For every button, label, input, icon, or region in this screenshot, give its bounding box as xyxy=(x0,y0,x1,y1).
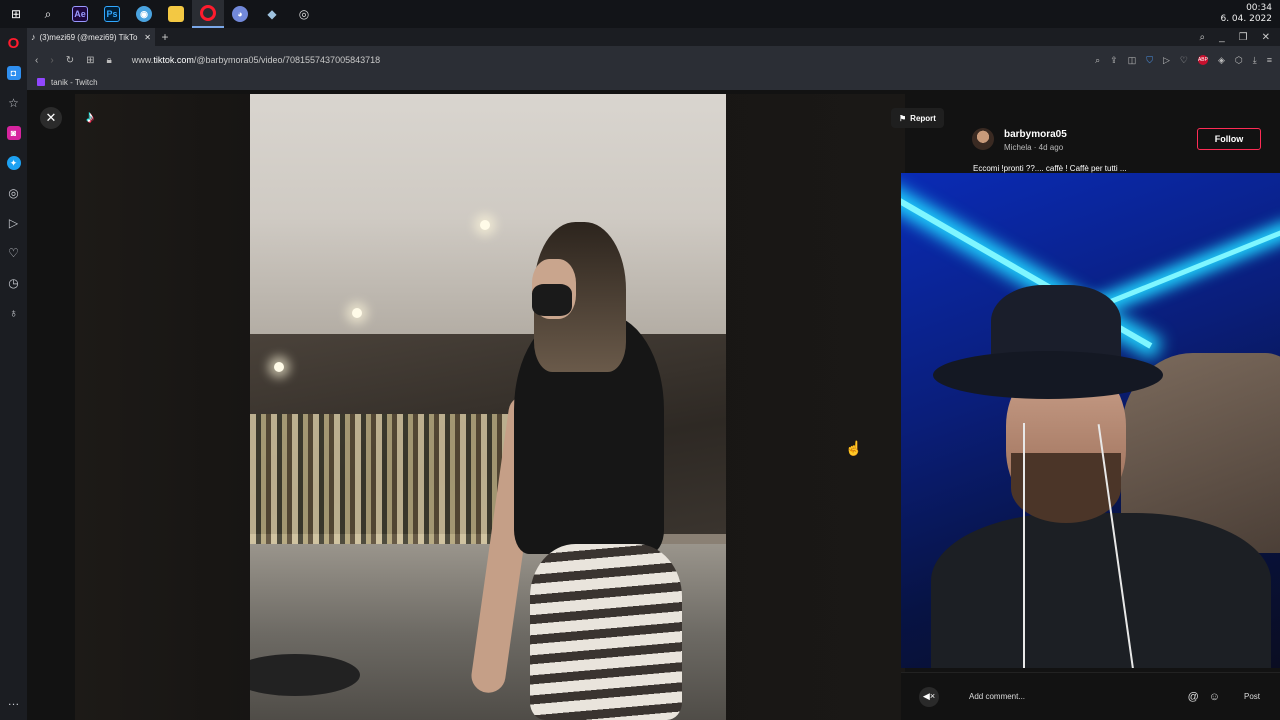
mute-icon[interactable]: ◀× xyxy=(919,686,939,707)
twitter-icon[interactable]: ✦ xyxy=(0,148,27,178)
close-video-button[interactable]: ✕ xyxy=(40,107,62,129)
instagram-icon[interactable]: ◙ xyxy=(0,118,27,148)
restore-icon[interactable]: ❐ xyxy=(1239,32,1248,43)
tab-close-icon[interactable]: ✕ xyxy=(144,33,151,42)
address-bar: ‹ › ↻ ⊞ 🔒︎ www.tiktok.com/@barbymora05/v… xyxy=(27,46,1280,74)
bookmarks-bar: tanik - Twitch xyxy=(27,74,1280,90)
heart-icon[interactable]: ♡ xyxy=(0,238,27,268)
forward-icon[interactable]: › xyxy=(50,55,53,66)
lock-icon: 🔒︎ xyxy=(106,54,112,66)
back-icon[interactable]: ‹ xyxy=(35,55,38,66)
history-icon[interactable]: ◷ xyxy=(0,268,27,298)
system-clock[interactable]: 00:34 6. 04. 2022 xyxy=(1220,3,1272,25)
emoji-icon[interactable]: ☺ xyxy=(1209,691,1220,703)
player-icon[interactable]: ◎ xyxy=(0,178,27,208)
comment-input[interactable]: Add comment... xyxy=(969,692,1025,701)
username[interactable]: barbymora05 xyxy=(1004,129,1067,140)
opera-logo-icon[interactable]: O xyxy=(0,28,27,58)
tiktok-favicon-icon: ♪ xyxy=(31,32,36,42)
tiktok-page: ✕ ♪ ⚑ Report barbymora05 Michela · 4d ag… xyxy=(27,90,1280,720)
tiktok-logo-icon[interactable]: ♪ xyxy=(79,107,101,129)
reload-icon[interactable]: ↻ xyxy=(66,55,74,66)
file-explorer-icon[interactable]: ▬ xyxy=(160,0,192,28)
video-caption: Eccomi !pronti ??.... caffè ! Caffè per … xyxy=(973,164,1127,173)
star-icon[interactable]: ☆ xyxy=(0,88,27,118)
zoom-icon[interactable]: ⌕ xyxy=(1095,55,1100,66)
extension-icon[interactable]: ◈ xyxy=(1218,55,1225,66)
heart-icon[interactable]: ♡ xyxy=(1180,55,1188,66)
bookmark-twitch[interactable]: tanik - Twitch xyxy=(51,78,98,87)
photoshop-icon[interactable]: Ps xyxy=(96,0,128,28)
obs-icon[interactable]: ◎ xyxy=(288,0,320,28)
avatar[interactable] xyxy=(972,128,994,150)
follow-button[interactable]: Follow xyxy=(1197,128,1261,150)
menu-icon[interactable]: ≡ xyxy=(1267,55,1272,66)
hand-cursor-icon: ☝ xyxy=(845,440,863,456)
mention-icon[interactable]: @ xyxy=(1188,691,1199,703)
report-label: Report xyxy=(910,113,936,123)
tab-bar: ♪ (3)mezi69 (@mezi69) TikTo ✕ + ⌕ _ ❐ ✕ xyxy=(27,28,1280,46)
tab-title: (3)mezi69 (@mezi69) TikTo xyxy=(39,32,138,42)
window-close-icon[interactable]: ✕ xyxy=(1262,32,1270,43)
tab-search-icon[interactable]: ⌕ xyxy=(1199,32,1205,43)
camera-icon[interactable]: ◫ xyxy=(1128,55,1137,66)
twitch-icon xyxy=(37,78,45,86)
shield-icon[interactable]: ⛉ xyxy=(1146,55,1153,66)
after-effects-icon[interactable]: Ae xyxy=(64,0,96,28)
windows-taskbar: ⊞ ⌕ Ae Ps ◉ ▬ O ◕ ◆ ◎ 00:34 6. 04. 2022 xyxy=(0,0,1280,28)
app-icon[interactable]: ◆ xyxy=(256,0,288,28)
adblock-icon[interactable]: ABP xyxy=(1197,54,1208,65)
send-icon[interactable]: ▷ xyxy=(1163,55,1170,66)
new-tab-button[interactable]: + xyxy=(155,30,175,44)
search-icon[interactable]: ⌕ xyxy=(32,0,64,28)
post-button[interactable]: Post xyxy=(1244,692,1260,701)
author-subline: Michela · 4d ago xyxy=(1004,143,1064,152)
video-player[interactable] xyxy=(250,94,726,720)
messenger-icon[interactable]: ◘ xyxy=(0,58,27,88)
comment-bar: ◀× Add comment... @ ☺ Post xyxy=(901,672,1280,720)
clock-date: 6. 04. 2022 xyxy=(1220,14,1272,24)
clock-time: 00:34 xyxy=(1246,3,1272,13)
cube-icon[interactable]: ⬡ xyxy=(1235,55,1243,66)
opera-sidebar: O ◘ ☆ ◙ ✦ ◎ ▷ ♡ ◷ ♁ … xyxy=(0,28,27,720)
discord-icon[interactable]: ◕ xyxy=(224,0,256,28)
download-icon[interactable]: ⤓ xyxy=(1253,55,1257,66)
send-icon[interactable]: ▷ xyxy=(0,208,27,238)
report-button[interactable]: ⚑ Report xyxy=(891,108,944,128)
tabs-grid-icon[interactable]: ⊞ xyxy=(86,55,94,66)
tab-tiktok[interactable]: ♪ (3)mezi69 (@mezi69) TikTo ✕ xyxy=(27,28,155,46)
webcam-overlay xyxy=(901,173,1280,668)
bulb-icon[interactable]: ♁ xyxy=(0,298,27,328)
opera-icon[interactable]: O xyxy=(192,0,224,28)
minimize-icon[interactable]: _ xyxy=(1219,32,1225,43)
share-icon[interactable]: ⇪ xyxy=(1110,55,1118,66)
flag-icon: ⚑ xyxy=(899,113,907,123)
more-icon[interactable]: … xyxy=(0,686,27,716)
windows-start-icon[interactable]: ⊞ xyxy=(0,0,32,28)
chrome-icon[interactable]: ◉ xyxy=(128,0,160,28)
url-field[interactable]: www.tiktok.com/@barbymora05/video/708155… xyxy=(132,55,380,65)
